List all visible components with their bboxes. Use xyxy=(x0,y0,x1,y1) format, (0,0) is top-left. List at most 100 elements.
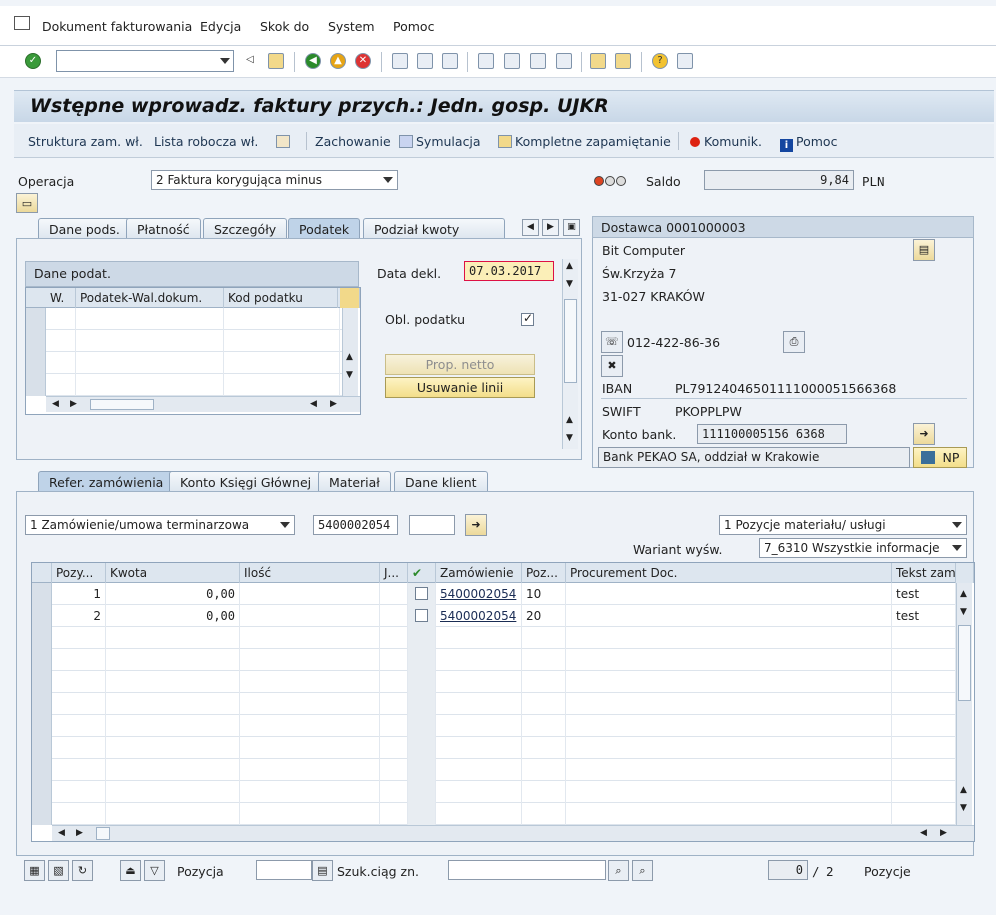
row-selector[interactable] xyxy=(32,605,52,627)
cell-zam[interactable] xyxy=(436,715,522,737)
table-row[interactable] xyxy=(32,759,956,781)
data-dekl-field[interactable]: 07.03.2017 xyxy=(464,261,554,281)
col-kwota[interactable]: Kwota xyxy=(106,563,240,583)
order-number-field[interactable]: 5400002054 xyxy=(313,515,398,535)
cell-pozz[interactable] xyxy=(522,737,566,759)
layout-icon[interactable] xyxy=(677,53,693,69)
cell-pos[interactable]: 2 xyxy=(52,605,106,627)
cell-col2[interactable] xyxy=(240,627,380,649)
szuk-ciag-field[interactable] xyxy=(448,860,606,880)
find-icon[interactable]: ⌕ xyxy=(608,860,629,881)
cell-kwota[interactable]: 0,00 xyxy=(106,583,240,605)
column-settings-icon[interactable] xyxy=(340,288,360,308)
cell-col7[interactable] xyxy=(566,781,892,803)
shortcut-icon[interactable] xyxy=(615,53,631,69)
cell-kod[interactable] xyxy=(224,374,340,396)
order-item-field[interactable] xyxy=(409,515,455,535)
select-all-icon[interactable]: ▦ xyxy=(24,860,45,881)
scroll-thumb[interactable] xyxy=(96,827,110,840)
cell-chk[interactable] xyxy=(408,737,436,759)
ref-type-select[interactable]: 1 Zamówienie/umowa terminarzowa xyxy=(25,515,295,535)
scroll-up-icon[interactable]: ▲ xyxy=(566,261,573,271)
cell-pos[interactable] xyxy=(52,693,106,715)
tab-list-icon[interactable]: ▣ xyxy=(563,219,580,236)
col-corner[interactable] xyxy=(32,563,52,583)
cell-col2[interactable] xyxy=(240,693,380,715)
cell-chk[interactable] xyxy=(408,693,436,715)
cell-col7[interactable] xyxy=(566,649,892,671)
cell-col7[interactable] xyxy=(566,605,892,627)
cell-pos[interactable] xyxy=(52,627,106,649)
cell-pozz[interactable] xyxy=(522,803,566,825)
scroll-left-icon[interactable]: ◀ xyxy=(920,828,927,838)
tab-dane-klient[interactable]: Dane klient xyxy=(394,471,488,492)
cell-col2[interactable] xyxy=(240,583,380,605)
list-toggle-icon[interactable] xyxy=(276,134,293,149)
cell-podatek[interactable] xyxy=(76,330,224,352)
cell-chk[interactable] xyxy=(408,649,436,671)
cell-col7[interactable] xyxy=(566,583,892,605)
scroll-right-icon[interactable]: ▶ xyxy=(70,399,77,409)
fax-icon[interactable]: ⎙ xyxy=(783,331,805,353)
cell-chk[interactable] xyxy=(408,781,436,803)
cell-kod[interactable] xyxy=(224,308,340,330)
obl-podatku-checkbox[interactable] xyxy=(521,311,534,326)
col-poz[interactable]: Poz... xyxy=(522,563,566,583)
table-row[interactable] xyxy=(32,649,956,671)
cell-col3[interactable] xyxy=(380,583,408,605)
col-tekst-zam[interactable]: Tekst zam xyxy=(892,563,956,583)
cell-tekst[interactable] xyxy=(892,715,956,737)
cell-podatek[interactable] xyxy=(76,308,224,330)
cell-pos[interactable] xyxy=(52,759,106,781)
cell-chk[interactable] xyxy=(408,759,436,781)
cell-podatek[interactable] xyxy=(76,352,224,374)
np-button[interactable]: NP xyxy=(913,447,967,468)
column-settings-icon[interactable] xyxy=(956,563,974,583)
cell-tekst[interactable] xyxy=(892,737,956,759)
cell-w[interactable] xyxy=(46,330,76,352)
tab-refer-zamowienia[interactable]: Refer. zamówienia xyxy=(38,471,175,492)
cancel-icon[interactable]: ✕ xyxy=(355,53,371,69)
row-selector[interactable] xyxy=(26,308,46,330)
header-toggle-button[interactable]: ▭ xyxy=(16,193,38,213)
tab-podzial-kwoty[interactable]: Podział kwoty xyxy=(363,218,505,239)
cell-zam[interactable] xyxy=(436,671,522,693)
zachowanie-button[interactable]: Zachowanie xyxy=(315,134,391,149)
wariant-select[interactable]: 7_6310 Wszystkie informacje xyxy=(759,538,967,558)
komunik-button[interactable]: Komunik. xyxy=(690,134,762,149)
scroll-down-icon[interactable]: ▼ xyxy=(566,433,573,443)
row-selector[interactable] xyxy=(32,693,52,715)
cell-col3[interactable] xyxy=(380,781,408,803)
cell-tekst[interactable] xyxy=(892,649,956,671)
cell-col7[interactable] xyxy=(566,803,892,825)
row-selector[interactable] xyxy=(26,330,46,352)
cell-col3[interactable] xyxy=(380,759,408,781)
menu-skok-do[interactable]: Skok do xyxy=(260,19,309,34)
find-next-icon[interactable] xyxy=(442,53,458,69)
scroll-thumb[interactable] xyxy=(90,399,154,410)
cell-kwota[interactable] xyxy=(106,693,240,715)
cell-kwota[interactable] xyxy=(106,781,240,803)
cell-col2[interactable] xyxy=(240,605,380,627)
save-icon[interactable] xyxy=(268,53,284,69)
cell-kwota[interactable] xyxy=(106,671,240,693)
scroll-right-icon[interactable]: ▶ xyxy=(76,828,83,838)
cell-col7[interactable] xyxy=(566,627,892,649)
cell-chk[interactable] xyxy=(408,671,436,693)
tax-table-hscroll[interactable]: ◀ ▶ ◀ ▶ xyxy=(46,396,360,412)
table-row[interactable] xyxy=(26,308,342,330)
cell-col2[interactable] xyxy=(240,649,380,671)
prop-netto-button[interactable]: Prop. netto xyxy=(385,354,535,375)
cell-col3[interactable] xyxy=(380,605,408,627)
chevron-down-icon[interactable] xyxy=(220,58,230,64)
find-icon[interactable] xyxy=(417,53,433,69)
cell-chk[interactable] xyxy=(408,803,436,825)
cell-col2[interactable] xyxy=(240,671,380,693)
tab-scroll-right-icon[interactable]: ▶ xyxy=(542,219,559,236)
prev-page-icon[interactable] xyxy=(504,53,520,69)
row-checkbox[interactable] xyxy=(415,587,428,600)
usuwanie-linii-button[interactable]: Usuwanie linii xyxy=(385,377,535,398)
cell-col3[interactable] xyxy=(380,737,408,759)
table-row[interactable] xyxy=(32,803,956,825)
cell-kwota[interactable] xyxy=(106,715,240,737)
